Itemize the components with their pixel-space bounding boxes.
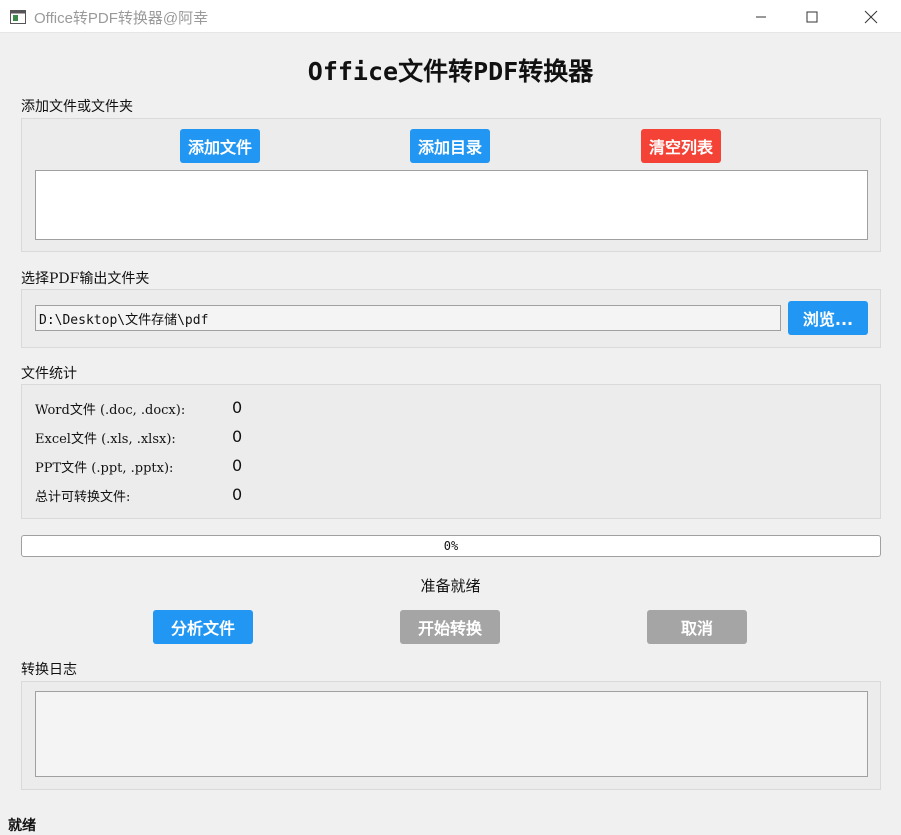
add-files-button[interactable]: 添加文件 xyxy=(180,129,260,163)
conversion-log[interactable] xyxy=(35,691,868,777)
stats-group: Word文件 (.doc, .docx): 0 Excel文件 (.xls, .… xyxy=(21,384,881,519)
file-list[interactable] xyxy=(35,170,868,240)
minimize-icon xyxy=(756,16,766,17)
output-folder-group: 浏览... xyxy=(21,289,881,348)
minimize-button[interactable] xyxy=(738,0,784,33)
close-button[interactable] xyxy=(848,0,894,33)
app-icon xyxy=(10,9,26,24)
window-title: Office转PDF转换器@阿幸 xyxy=(34,10,209,27)
title-bar: Office转PDF转换器@阿幸 xyxy=(0,0,901,33)
statusbar-text: 就绪 xyxy=(8,818,36,834)
page-title: Office文件转PDF转换器 xyxy=(307,57,594,86)
log-section-label: 转换日志 xyxy=(21,662,77,678)
log-group xyxy=(21,681,881,790)
start-conversion-button[interactable]: 开始转换 xyxy=(400,610,500,644)
word-count-label: Word文件 (.doc, .docx): xyxy=(35,403,186,418)
output-path-input[interactable] xyxy=(35,305,781,331)
ppt-count-value: 0 xyxy=(232,456,243,475)
add-files-group: 添加文件 添加目录 清空列表 xyxy=(21,118,881,252)
status-text: 准备就绪 xyxy=(420,577,481,595)
cancel-button[interactable]: 取消 xyxy=(647,610,747,644)
excel-count-label: Excel文件 (.xls, .xlsx): xyxy=(35,432,176,447)
output-section-label: 选择PDF输出文件夹 xyxy=(21,271,150,287)
stats-section-label: 文件统计 xyxy=(21,366,77,382)
maximize-button[interactable] xyxy=(789,0,835,33)
maximize-icon xyxy=(806,11,818,22)
analyze-files-button[interactable]: 分析文件 xyxy=(153,610,253,644)
total-count-value: 0 xyxy=(232,485,243,504)
add-directory-button[interactable]: 添加目录 xyxy=(410,129,490,163)
excel-count-value: 0 xyxy=(232,427,243,446)
browse-button[interactable]: 浏览... xyxy=(788,301,868,335)
word-count-value: 0 xyxy=(232,398,243,417)
progress-text: 0% xyxy=(443,539,459,553)
progress-bar: 0% xyxy=(21,535,881,557)
add-section-label: 添加文件或文件夹 xyxy=(21,99,133,115)
clear-list-button[interactable]: 清空列表 xyxy=(641,129,721,163)
ppt-count-label: PPT文件 (.ppt, .pptx): xyxy=(35,461,174,476)
total-count-label: 总计可转换文件: xyxy=(35,490,131,505)
close-icon xyxy=(864,10,878,23)
